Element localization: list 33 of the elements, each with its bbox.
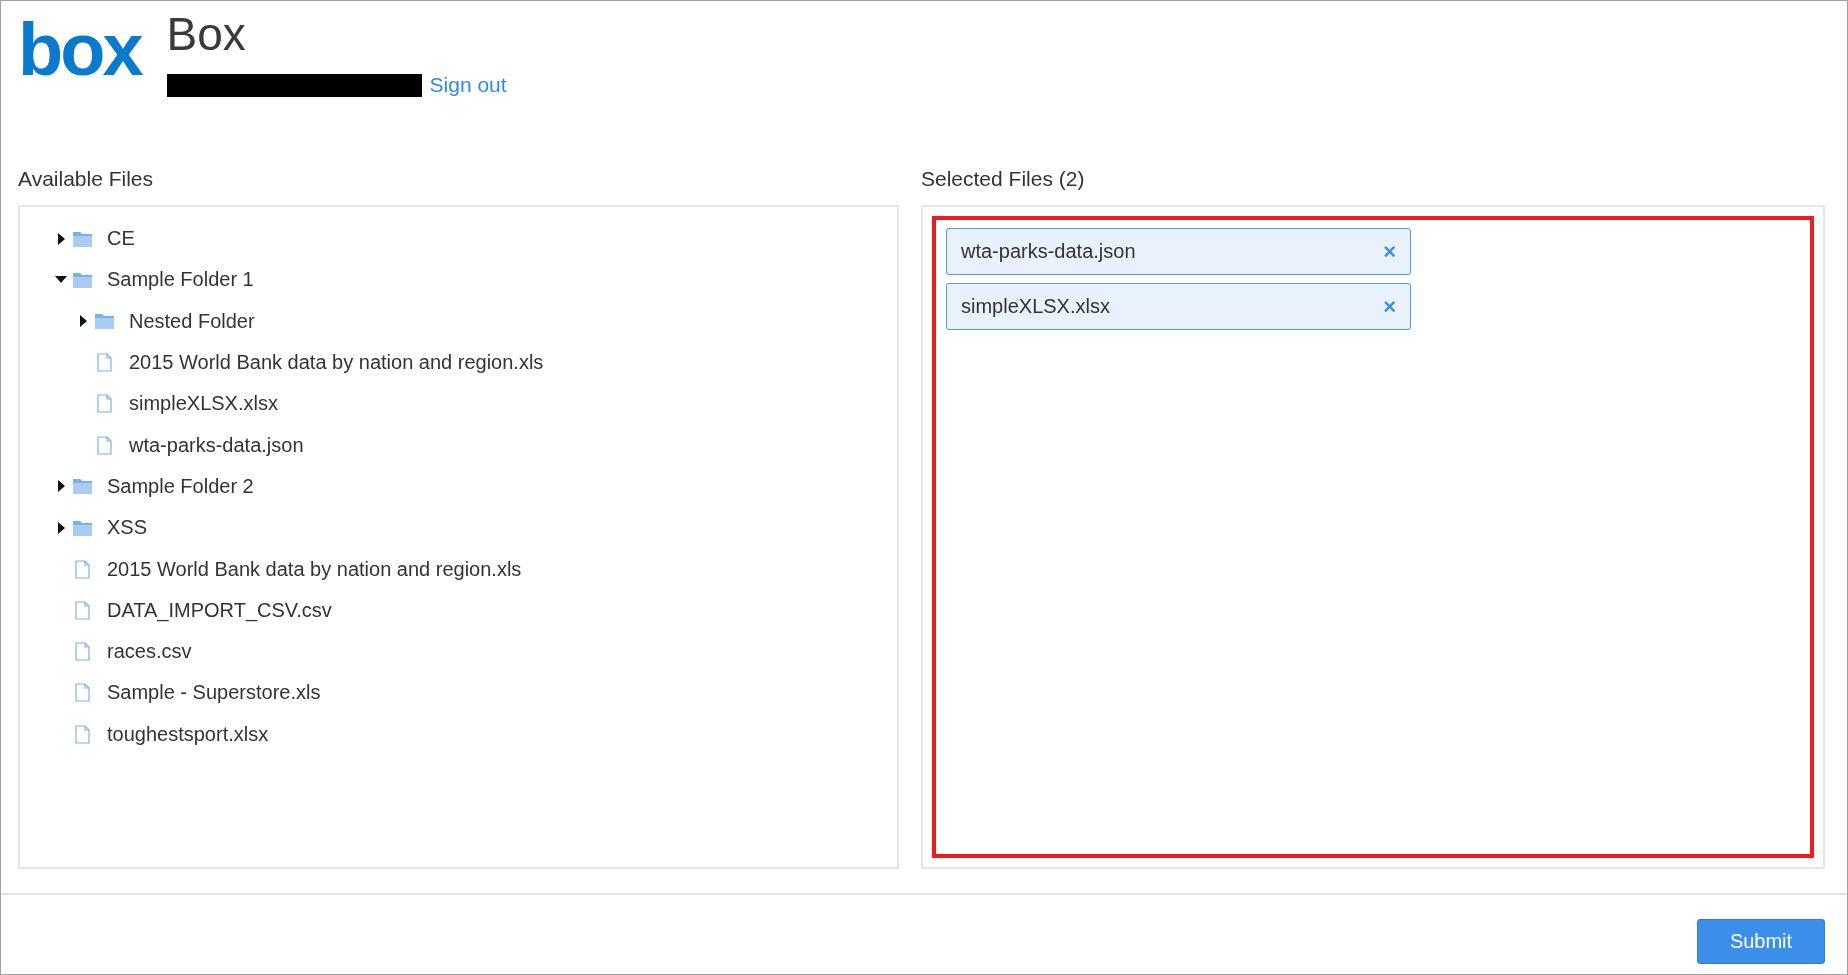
panel-heading: Selected Files (2) <box>921 167 1086 191</box>
panel-heading: Available Files <box>18 167 154 191</box>
folder-icon <box>72 271 92 288</box>
folder-icon <box>72 230 92 247</box>
file-icon <box>94 353 114 373</box>
folder-name[interactable]: CE <box>107 227 135 251</box>
folder-name[interactable]: Sample Folder 2 <box>107 474 254 498</box>
file-icon <box>72 642 92 662</box>
file-name: simpleXLSX.xlsx <box>961 295 1110 318</box>
folder-name[interactable]: XSS <box>107 516 148 540</box>
file-name[interactable]: 2015 World Bank data by nation and region.xls <box>129 351 544 375</box>
file-name[interactable]: races.csv <box>107 640 192 664</box>
folder-icon <box>72 519 92 536</box>
file-icon <box>72 683 92 703</box>
file-icon <box>72 600 92 620</box>
file-name[interactable]: DATA_IMPORT_CSV.csv <box>107 598 332 622</box>
folder-icon <box>72 478 92 495</box>
box-logo: box <box>18 13 141 87</box>
sign-out-link[interactable]: Sign out <box>429 73 507 97</box>
file-name[interactable]: Sample - Superstore.xls <box>107 681 321 705</box>
folder-icon <box>94 313 114 330</box>
file-icon <box>72 559 92 579</box>
file-name[interactable]: toughestsport.xlsx <box>107 722 269 746</box>
folder-name[interactable]: Nested Folder <box>129 309 255 333</box>
file-icon <box>94 394 114 414</box>
file-name[interactable]: 2015 World Bank data by nation and region.xls <box>107 557 522 581</box>
file-icon <box>72 724 92 744</box>
folder-name[interactable]: Sample Folder 1 <box>107 268 254 292</box>
file-name[interactable]: simpleXLSX.xlsx <box>129 392 278 416</box>
file-name[interactable]: wta-parks-data.json <box>129 433 304 457</box>
file-name: wta-parks-data.json <box>961 240 1136 263</box>
file-icon <box>94 435 114 455</box>
app-title: Box <box>166 9 247 59</box>
